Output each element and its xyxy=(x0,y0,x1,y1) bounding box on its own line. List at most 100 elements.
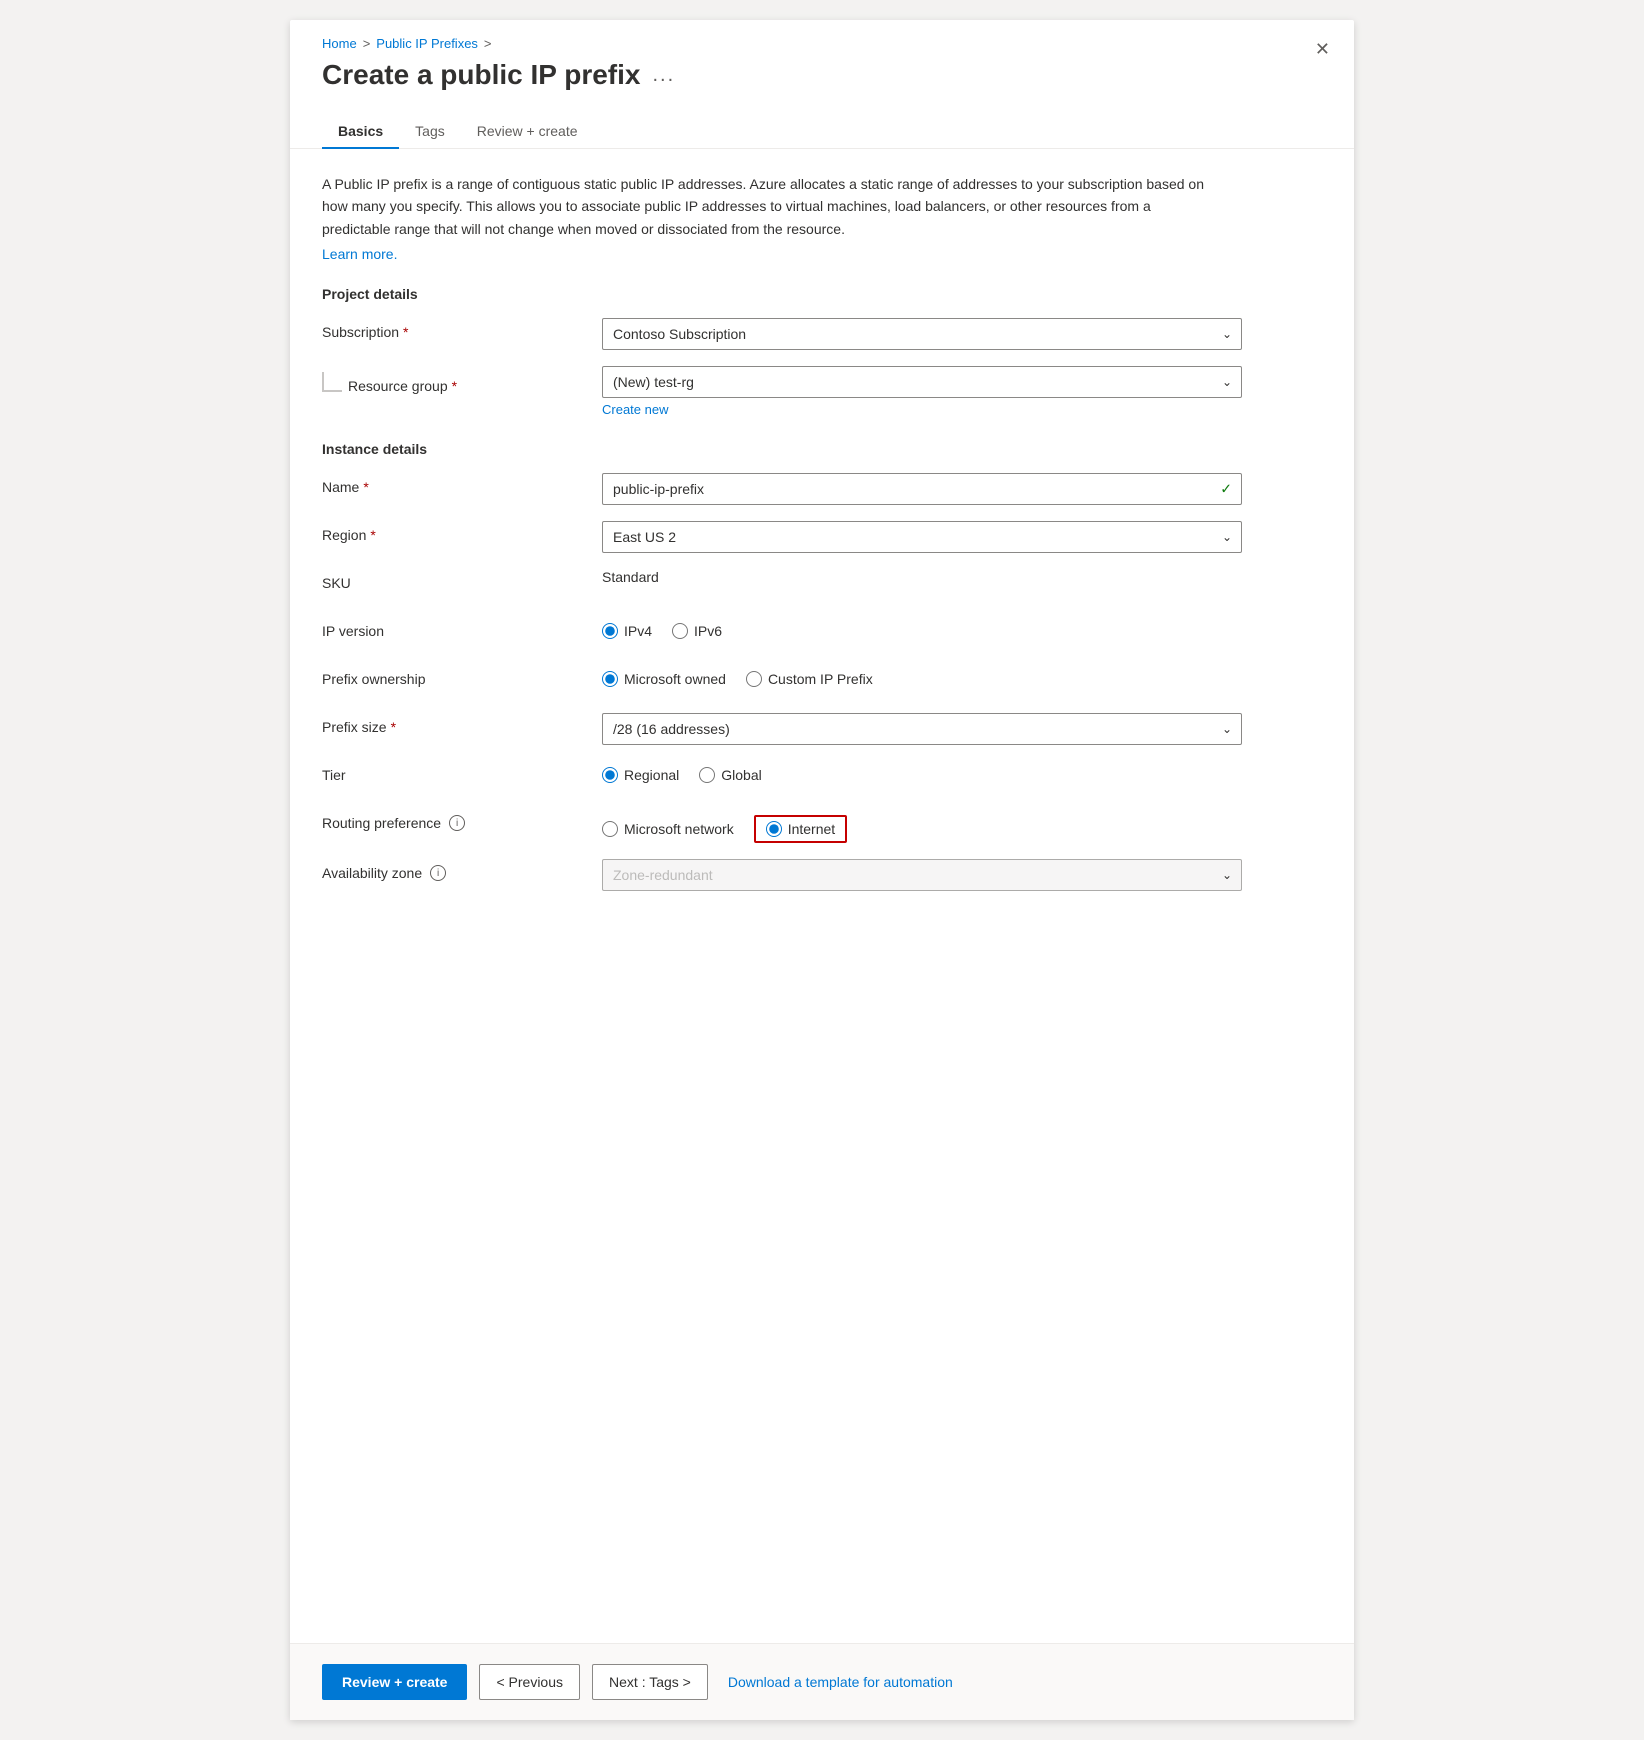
more-options-icon[interactable]: ... xyxy=(653,64,676,87)
resource-group-required: * xyxy=(452,378,457,394)
ip-version-control: IPv4 IPv6 xyxy=(602,617,1242,639)
prefix-size-control: /28 (16 addresses) ⌄ xyxy=(602,713,1242,745)
name-row: Name * ✓ xyxy=(322,473,1322,505)
regional-option[interactable]: Regional xyxy=(602,767,679,783)
availability-zone-row: Availability zone i Zone-redundant ⌄ xyxy=(322,859,1322,891)
prefix-size-required: * xyxy=(391,719,396,735)
internet-label: Internet xyxy=(788,821,835,837)
internet-radio[interactable] xyxy=(766,821,782,837)
footer: Review + create < Previous Next : Tags >… xyxy=(290,1643,1354,1720)
microsoft-owned-radio[interactable] xyxy=(602,671,618,687)
breadcrumb-prefixes[interactable]: Public IP Prefixes xyxy=(376,36,478,51)
global-radio[interactable] xyxy=(699,767,715,783)
tab-bar: Basics Tags Review + create xyxy=(290,91,1354,149)
description-text: A Public IP prefix is a range of contigu… xyxy=(322,173,1222,240)
review-create-button[interactable]: Review + create xyxy=(322,1664,467,1700)
name-input[interactable] xyxy=(602,473,1242,505)
close-button[interactable]: ✕ xyxy=(1315,40,1330,58)
prefix-ownership-label: Prefix ownership xyxy=(322,665,602,687)
breadcrumb-home[interactable]: Home xyxy=(322,36,357,51)
ip-version-label: IP version xyxy=(322,617,602,639)
tab-review-create[interactable]: Review + create xyxy=(461,115,594,149)
ipv6-label: IPv6 xyxy=(694,623,722,639)
subscription-select[interactable]: Contoso Subscription xyxy=(602,318,1242,350)
resource-group-label-wrapper: Resource group * xyxy=(322,366,602,394)
ip-version-radio-group: IPv4 IPv6 xyxy=(602,617,1242,639)
name-required: * xyxy=(363,479,368,495)
region-select[interactable]: East US 2 xyxy=(602,521,1242,553)
learn-more-link[interactable]: Learn more. xyxy=(322,246,397,262)
form-content: A Public IP prefix is a range of contigu… xyxy=(290,149,1354,1643)
resource-group-select[interactable]: (New) test-rg xyxy=(602,366,1242,398)
region-label: Region * xyxy=(322,521,602,543)
ipv4-option[interactable]: IPv4 xyxy=(602,623,652,639)
main-panel: Home > Public IP Prefixes > Create a pub… xyxy=(290,20,1354,1720)
resource-group-select-wrapper: (New) test-rg ⌄ xyxy=(602,366,1242,398)
routing-preference-control: Microsoft network Internet xyxy=(602,809,1242,843)
availability-zone-info-icon[interactable]: i xyxy=(430,865,446,881)
prefix-ownership-control: Microsoft owned Custom IP Prefix xyxy=(602,665,1242,687)
previous-button[interactable]: < Previous xyxy=(479,1664,580,1700)
tier-control: Regional Global xyxy=(602,761,1242,783)
subscription-control: Contoso Subscription ⌄ xyxy=(602,318,1242,350)
instance-details-title: Instance details xyxy=(322,441,1322,457)
microsoft-network-radio[interactable] xyxy=(602,821,618,837)
custom-ip-prefix-label: Custom IP Prefix xyxy=(768,671,873,687)
sku-value: Standard xyxy=(602,563,659,585)
download-template-link[interactable]: Download a template for automation xyxy=(728,1674,953,1690)
tab-basics[interactable]: Basics xyxy=(322,115,399,149)
internet-highlight-box: Internet xyxy=(754,815,847,843)
name-label: Name * xyxy=(322,473,602,495)
custom-ip-prefix-option[interactable]: Custom IP Prefix xyxy=(746,671,873,687)
subscription-row: Subscription * Contoso Subscription ⌄ xyxy=(322,318,1322,350)
name-control: ✓ xyxy=(602,473,1242,505)
region-select-wrapper: East US 2 ⌄ xyxy=(602,521,1242,553)
prefix-ownership-row: Prefix ownership Microsoft owned Custom … xyxy=(322,665,1322,697)
create-new-link[interactable]: Create new xyxy=(602,402,668,417)
breadcrumb: Home > Public IP Prefixes > xyxy=(290,20,1354,51)
sku-row: SKU Standard xyxy=(322,569,1322,601)
resource-group-row: Resource group * (New) test-rg ⌄ Create … xyxy=(322,366,1322,417)
regional-label: Regional xyxy=(624,767,679,783)
availability-zone-control: Zone-redundant ⌄ xyxy=(602,859,1242,891)
page-header: Create a public IP prefix ... xyxy=(290,51,1354,91)
tier-radio-group: Regional Global xyxy=(602,761,1242,783)
routing-preference-info-icon[interactable]: i xyxy=(449,815,465,831)
prefix-size-select[interactable]: /28 (16 addresses) xyxy=(602,713,1242,745)
subscription-required: * xyxy=(403,324,408,340)
microsoft-network-label: Microsoft network xyxy=(624,821,734,837)
availability-zone-label: Availability zone i xyxy=(322,859,602,881)
subscription-label: Subscription * xyxy=(322,318,602,340)
global-option[interactable]: Global xyxy=(699,767,761,783)
availability-zone-select: Zone-redundant xyxy=(602,859,1242,891)
region-control: East US 2 ⌄ xyxy=(602,521,1242,553)
name-check-icon: ✓ xyxy=(1220,481,1232,498)
ipv4-label: IPv4 xyxy=(624,623,652,639)
project-details-title: Project details xyxy=(322,286,1322,302)
ipv4-radio[interactable] xyxy=(602,623,618,639)
custom-ip-prefix-radio[interactable] xyxy=(746,671,762,687)
region-row: Region * East US 2 ⌄ xyxy=(322,521,1322,553)
routing-preference-label: Routing preference i xyxy=(322,809,602,831)
microsoft-owned-option[interactable]: Microsoft owned xyxy=(602,671,726,687)
microsoft-network-option[interactable]: Microsoft network xyxy=(602,821,734,837)
prefix-size-row: Prefix size * /28 (16 addresses) ⌄ xyxy=(322,713,1322,745)
ipv6-radio[interactable] xyxy=(672,623,688,639)
routing-preference-radio-group: Microsoft network Internet xyxy=(602,809,1242,843)
ip-version-row: IP version IPv4 IPv6 xyxy=(322,617,1322,649)
breadcrumb-sep2: > xyxy=(484,36,492,51)
microsoft-owned-label: Microsoft owned xyxy=(624,671,726,687)
internet-option[interactable]: Internet xyxy=(766,821,835,837)
tier-row: Tier Regional Global xyxy=(322,761,1322,793)
subscription-select-wrapper: Contoso Subscription ⌄ xyxy=(602,318,1242,350)
ipv6-option[interactable]: IPv6 xyxy=(672,623,722,639)
page-title: Create a public IP prefix xyxy=(322,59,641,91)
prefix-size-label: Prefix size * xyxy=(322,713,602,735)
next-button[interactable]: Next : Tags > xyxy=(592,1664,708,1700)
routing-preference-row: Routing preference i Microsoft network I… xyxy=(322,809,1322,843)
regional-radio[interactable] xyxy=(602,767,618,783)
prefix-ownership-radio-group: Microsoft owned Custom IP Prefix xyxy=(602,665,1242,687)
tab-tags[interactable]: Tags xyxy=(399,115,461,149)
availability-zone-select-wrapper: Zone-redundant ⌄ xyxy=(602,859,1242,891)
sku-label: SKU xyxy=(322,569,602,591)
